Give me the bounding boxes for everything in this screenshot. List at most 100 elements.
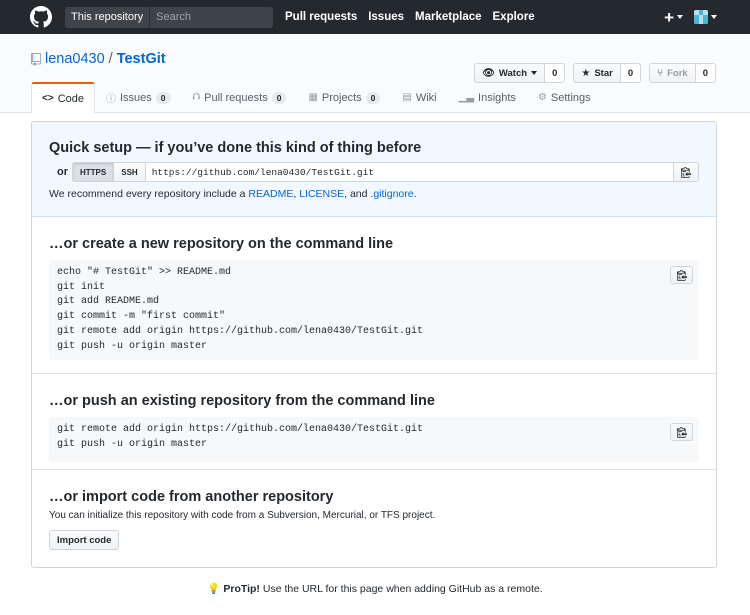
star-count[interactable]: 0 <box>620 63 642 83</box>
watch-count[interactable]: 0 <box>545 63 566 83</box>
code-line: git push -u origin master <box>57 340 208 352</box>
empty-repo-setup-box: Quick setup — if you’ve done this kind o… <box>31 121 717 568</box>
recommend-and: , and <box>344 188 371 200</box>
book-icon: ▤ <box>402 92 412 103</box>
star-label: Star <box>594 67 613 79</box>
new-plus-icon[interactable]: + <box>664 9 674 26</box>
search-scope-label[interactable]: This repository <box>65 6 151 28</box>
protip-text: Use the URL for this page when adding Gi… <box>259 583 543 595</box>
search-input[interactable] <box>150 11 273 23</box>
code-line: echo "# TestGit" >> README.md <box>57 267 232 278</box>
issue-icon: ⓘ <box>105 94 116 105</box>
import-section: …or import code from another repository … <box>32 470 716 567</box>
tab-pull-requests[interactable]: ⮉ Pull requests 0 <box>182 82 298 112</box>
import-title: …or import code from another repository <box>49 489 334 505</box>
copy-url-button[interactable] <box>674 162 699 182</box>
clone-url-input[interactable]: https://github.com/lena0430/TestGit.git <box>145 162 675 182</box>
nav-marketplace[interactable]: Marketplace <box>415 11 481 23</box>
star-button-group: ★ Star 0 <box>573 63 642 83</box>
watch-button[interactable]: 👁 Watch <box>474 63 546 83</box>
readme-link[interactable]: README <box>248 188 293 200</box>
code-line: git commit -m "first commit" <box>57 311 226 323</box>
code-line: git add README.md <box>57 296 160 308</box>
projects-counter: 0 <box>365 91 381 104</box>
global-header: This repository Pull requests Issues Mar… <box>0 0 750 34</box>
code-line: git init <box>57 281 106 293</box>
license-link[interactable]: LICENSE <box>299 188 344 200</box>
push-existing-section: …or push an existing repository from the… <box>32 374 716 470</box>
copy-create-commands-button[interactable] <box>670 266 693 284</box>
nav-explore[interactable]: Explore <box>493 11 535 23</box>
eye-icon: 👁 <box>482 67 495 79</box>
tab-code-label: Code <box>57 92 84 105</box>
protip-label: ProTip! <box>223 583 260 595</box>
quick-setup-title: Quick setup — if you’ve done this kind o… <box>49 140 422 156</box>
watch-label: Watch <box>498 67 528 79</box>
import-code-button[interactable]: Import code <box>49 530 120 550</box>
gear-icon: ⚙ <box>537 92 547 103</box>
tab-projects[interactable]: ▦ Projects 0 <box>297 82 391 112</box>
tab-settings[interactable]: ⚙ Settings <box>527 82 602 112</box>
tab-settings-label: Settings <box>550 91 591 104</box>
avatar[interactable] <box>694 10 708 24</box>
recommend-text: We recommend every repository include a … <box>49 188 699 200</box>
repo-tabs: <> Code ⓘ Issues 0 ⮉ Pull requests 0 ▦ P… <box>31 82 602 113</box>
issues-counter: 0 <box>155 91 171 104</box>
create-new-title: …or create a new repository on the comma… <box>49 236 394 252</box>
or-label: or <box>57 166 68 178</box>
clipboard-icon <box>676 270 687 281</box>
push-existing-title: …or push an existing repository from the… <box>49 393 435 409</box>
quick-setup-section: Quick setup — if you’ve done this kind o… <box>32 122 716 217</box>
pull-request-icon: ⮉ <box>192 92 201 103</box>
gitignore-link[interactable]: .gitignore <box>370 188 413 200</box>
repo-name-link[interactable]: TestGit <box>117 51 166 67</box>
clone-url-row: or HTTPS SSH https://github.com/lena0430… <box>49 162 699 182</box>
tab-code[interactable]: <> Code <box>31 82 95 113</box>
watch-button-group: 👁 Watch 0 <box>474 63 566 83</box>
nav-pull-requests[interactable]: Pull requests <box>285 11 357 23</box>
header-user-controls: + <box>664 0 717 34</box>
clipboard-icon <box>681 167 692 178</box>
import-description: You can initialize this repository with … <box>49 510 436 521</box>
copy-push-commands-button[interactable] <box>670 423 693 441</box>
tab-issues[interactable]: ⓘ Issues 0 <box>95 82 182 112</box>
tab-issues-label: Issues <box>119 91 152 104</box>
fork-label: Fork <box>667 67 688 79</box>
github-logo-icon[interactable] <box>30 6 52 28</box>
repo-icon <box>31 52 41 66</box>
create-new-section: …or create a new repository on the comma… <box>32 217 716 374</box>
tab-wiki[interactable]: ▤ Wiki <box>391 82 447 112</box>
protip: 💡 ProTip! Use the URL for this page when… <box>0 582 750 595</box>
tab-pull-requests-label: Pull requests <box>204 91 268 104</box>
fork-button[interactable]: ⑂ Fork <box>649 63 696 83</box>
ssh-button[interactable]: SSH <box>114 162 146 182</box>
star-button[interactable]: ★ Star <box>573 63 621 83</box>
push-existing-code-block: git remote add origin https://github.com… <box>49 417 699 462</box>
lightbulb-icon: 💡 <box>207 583 221 595</box>
fork-icon: ⑂ <box>657 67 664 79</box>
https-button[interactable]: HTTPS <box>72 162 115 182</box>
tab-insights-label: Insights <box>478 91 516 104</box>
repo-separator: / <box>108 51 113 67</box>
header-nav: Pull requests Issues Marketplace Explore <box>285 11 546 23</box>
chevron-down-icon[interactable] <box>677 15 683 19</box>
project-icon: ▦ <box>308 92 318 103</box>
nav-issues[interactable]: Issues <box>368 11 404 23</box>
clipboard-icon <box>676 427 687 438</box>
fork-count[interactable]: 0 <box>695 63 716 83</box>
create-new-code-block: echo "# TestGit" >> README.md git init g… <box>49 260 699 360</box>
graph-icon: ▁▃ <box>458 92 475 103</box>
repo-title: lena0430 / TestGit <box>31 51 166 67</box>
repo-header: lena0430 / TestGit 👁 Watch 0 ★ Star 0 ⑂ … <box>0 34 750 113</box>
code-icon: <> <box>42 93 54 104</box>
tab-insights[interactable]: ▁▃ Insights <box>448 82 527 112</box>
recommend-period: . <box>413 188 417 200</box>
search-box: This repository <box>65 6 273 28</box>
chevron-down-icon <box>531 71 538 75</box>
repo-actions: 👁 Watch 0 ★ Star 0 ⑂ Fork 0 <box>466 63 716 83</box>
repo-owner-link[interactable]: lena0430 <box>45 51 105 67</box>
tab-projects-label: Projects <box>321 91 362 104</box>
pull-requests-counter: 0 <box>271 91 287 104</box>
code-line: git remote add origin https://github.com… <box>57 325 424 337</box>
chevron-down-icon[interactable] <box>711 15 717 19</box>
